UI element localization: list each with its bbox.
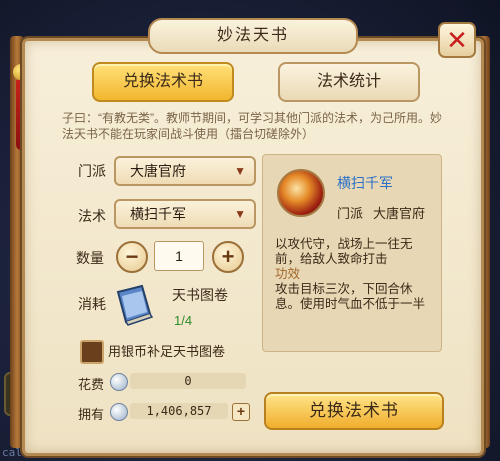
window-title: 妙法天书 [148,18,358,54]
silver-coin-icon [110,373,128,391]
skill-desc-line2: 攻击目标三次，下回合休息。使用时气血不低于一半 [275,282,426,311]
decrease-quantity-button[interactable]: − [116,241,148,273]
silver-coin-icon [110,403,128,421]
skill-info-card: 横扫千军 门派 大唐官府 以攻代守，战场上一往无前，给敌人致命打击 功效 攻击目… [262,154,442,352]
exchange-button[interactable]: 兑换法术书 [264,392,444,430]
consume-label: 消耗 [78,296,106,312]
skill-name: 横扫千军 [337,175,393,191]
sect-dropdown-value: 大唐官府 [130,163,186,179]
quantity-label: 数量 [76,250,104,266]
skill-sect-value: 大唐官府 [373,206,426,221]
close-button[interactable]: ✕ [438,22,476,58]
skill-desc-line1: 以攻代守，战场上一往无前，给敌人致命打击 [275,237,413,266]
quantity-input[interactable]: 1 [154,241,204,271]
skill-dropdown[interactable]: 横扫千军 ▼ [114,199,256,229]
increase-quantity-button[interactable]: + [212,241,244,273]
use-silver-checkbox[interactable] [80,340,104,364]
consume-item-name: 天书图卷 [172,287,228,303]
book-scroll-icon [116,284,154,326]
skill-dropdown-value: 横扫千军 [130,206,186,222]
own-value: 1,406,857 [130,403,228,419]
tab-exchange-book[interactable]: 兑换法术书 [92,62,234,102]
add-silver-button[interactable]: + [232,403,250,421]
skill-sect-label: 门派 [337,206,364,221]
use-silver-label: 用银币补足天书图卷 [108,344,226,359]
skill-description: 以攻代守，战场上一往无前，给敌人致命打击 功效 攻击目标三次，下回合休息。使用时… [275,237,435,312]
sect-label: 门派 [78,163,106,179]
sect-dropdown[interactable]: 大唐官府 ▼ [114,156,256,186]
consume-item-count: 1/4 [174,313,193,328]
cost-value: 0 [130,373,246,389]
chevron-down-icon: ▼ [234,207,246,221]
tab-skill-stats[interactable]: 法术统计 [278,62,420,102]
event-description: 子曰：“有教无类”。教师节期间，可学习其他门派的法术，为己所用。妙法天书不能在玩… [62,111,442,141]
close-icon: ✕ [446,25,468,55]
own-label: 拥有 [78,407,105,422]
skill-label: 法术 [78,208,106,224]
skill-icon [277,169,325,217]
chevron-down-icon: ▼ [234,164,246,178]
skill-desc-head: 功效 [275,267,301,281]
cost-label: 花费 [78,377,105,392]
